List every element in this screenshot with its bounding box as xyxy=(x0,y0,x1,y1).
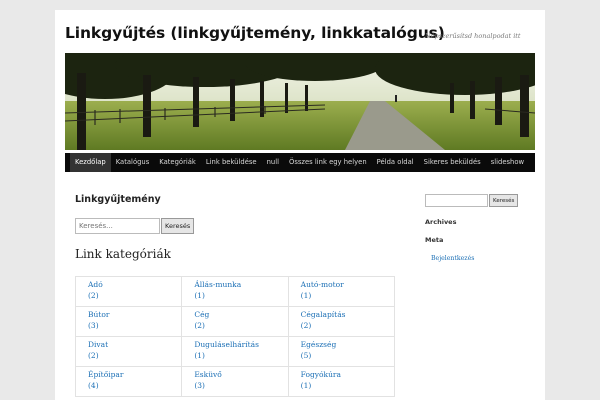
categories-table: Adó (2) Állás-munka (1) Autó-motor (1) Búto… xyxy=(74,276,396,397)
sidebar-search-input[interactable] xyxy=(425,194,488,207)
main-search-button[interactable]: Keresés xyxy=(161,218,195,234)
category-link[interactable]: Autó-motor xyxy=(301,279,382,290)
sidebar-search-form: Keresés xyxy=(425,194,519,207)
category-cell: Cég (2) xyxy=(181,306,289,337)
nav-item-katalogus[interactable]: Katalógus xyxy=(111,153,155,172)
sidebar-search-button[interactable]: Keresés xyxy=(489,194,519,207)
nav-item-osszes-link[interactable]: Összes link egy helyen xyxy=(284,153,372,172)
page-title: Linkgyűjtemény xyxy=(75,194,161,205)
nav-item-kezdolap[interactable]: Kezdőlap xyxy=(70,153,111,172)
site-description: Népszerűsítsd honalpodat itt xyxy=(425,32,521,40)
category-link[interactable]: Cégalapítás xyxy=(301,309,382,320)
category-count: (1) xyxy=(300,291,312,300)
category-count: (5) xyxy=(300,351,312,360)
category-cell: Építőipar (4) xyxy=(74,366,183,397)
category-count: (2) xyxy=(194,321,205,330)
nav-item-link-bekuldese[interactable]: Link beküldése xyxy=(201,153,262,172)
site-title[interactable]: Linkgyűjtés (linkgyűjtemény, linkkatalóg… xyxy=(65,24,445,42)
category-cell: Duguláselhárítás (1) xyxy=(181,336,289,367)
page-container: Linkgyűjtés (linkgyűjtemény, linkkatalóg… xyxy=(55,10,545,400)
category-cell: Bútor (3) xyxy=(74,306,183,337)
category-cell: Esküvő (3) xyxy=(181,366,289,397)
category-count: (3) xyxy=(88,321,99,330)
nav-item-sikeres-bekuldes[interactable]: Sikeres beküldés xyxy=(419,153,486,172)
main-nav: Kezdőlap Katalógus Kategóriák Link bekül… xyxy=(65,153,535,172)
category-link[interactable]: Esküvő xyxy=(194,369,275,380)
table-row: Divat (2) Duguláselhárítás (1) Egészség (5) xyxy=(74,336,396,367)
category-cell: Divat (2) xyxy=(74,336,183,367)
category-link[interactable]: Építőipar xyxy=(88,369,169,380)
main-search-input[interactable] xyxy=(75,218,160,234)
nav-item-null[interactable]: null xyxy=(262,153,284,172)
category-count: (2) xyxy=(88,351,99,360)
category-cell: Fogyókúra (1) xyxy=(287,366,396,397)
main-search-form: Keresés xyxy=(75,218,195,234)
category-count: (2) xyxy=(88,291,99,300)
meta-widget-title: Meta xyxy=(425,236,444,244)
nav-item-kategoriak[interactable]: Kategóriák xyxy=(154,153,201,172)
table-row: Adó (2) Állás-munka (1) Autó-motor (1) xyxy=(74,276,396,307)
category-link[interactable]: Adó xyxy=(88,279,169,290)
category-link[interactable]: Duguláselhárítás xyxy=(194,339,275,350)
category-cell: Állás-munka (1) xyxy=(181,276,289,307)
table-row: Építőipar (4) Esküvő (3) Fogyókúra (1) xyxy=(74,366,396,397)
category-link[interactable]: Divat xyxy=(88,339,169,350)
nav-item-pelda-oldal[interactable]: Példa oldal xyxy=(372,153,419,172)
category-link[interactable]: Egészség xyxy=(301,339,382,350)
category-link[interactable]: Bútor xyxy=(88,309,169,320)
category-count: (3) xyxy=(194,381,205,390)
category-link[interactable]: Cég xyxy=(194,309,275,320)
header-image xyxy=(65,53,535,150)
category-count: (1) xyxy=(300,381,312,390)
category-link[interactable]: Állás-munka xyxy=(194,279,275,290)
category-count: (1) xyxy=(194,291,205,300)
table-row: Bútor (3) Cég (2) Cégalapítás (2) xyxy=(74,306,396,337)
category-cell: Autó-motor (1) xyxy=(287,276,396,307)
categories-heading: Link kategóriák xyxy=(75,247,171,261)
category-count: (4) xyxy=(88,381,99,390)
category-count: (1) xyxy=(194,351,205,360)
category-link[interactable]: Fogyókúra xyxy=(301,369,382,380)
category-count: (2) xyxy=(300,321,312,330)
category-cell: Egészség (5) xyxy=(287,336,396,367)
nav-item-slideshow[interactable]: slideshow xyxy=(486,153,529,172)
category-cell: Adó (2) xyxy=(74,276,183,307)
category-cell: Cégalapítás (2) xyxy=(287,306,396,337)
login-link[interactable]: Bejelentkezés xyxy=(431,255,474,262)
archives-widget-title: Archives xyxy=(425,218,457,226)
